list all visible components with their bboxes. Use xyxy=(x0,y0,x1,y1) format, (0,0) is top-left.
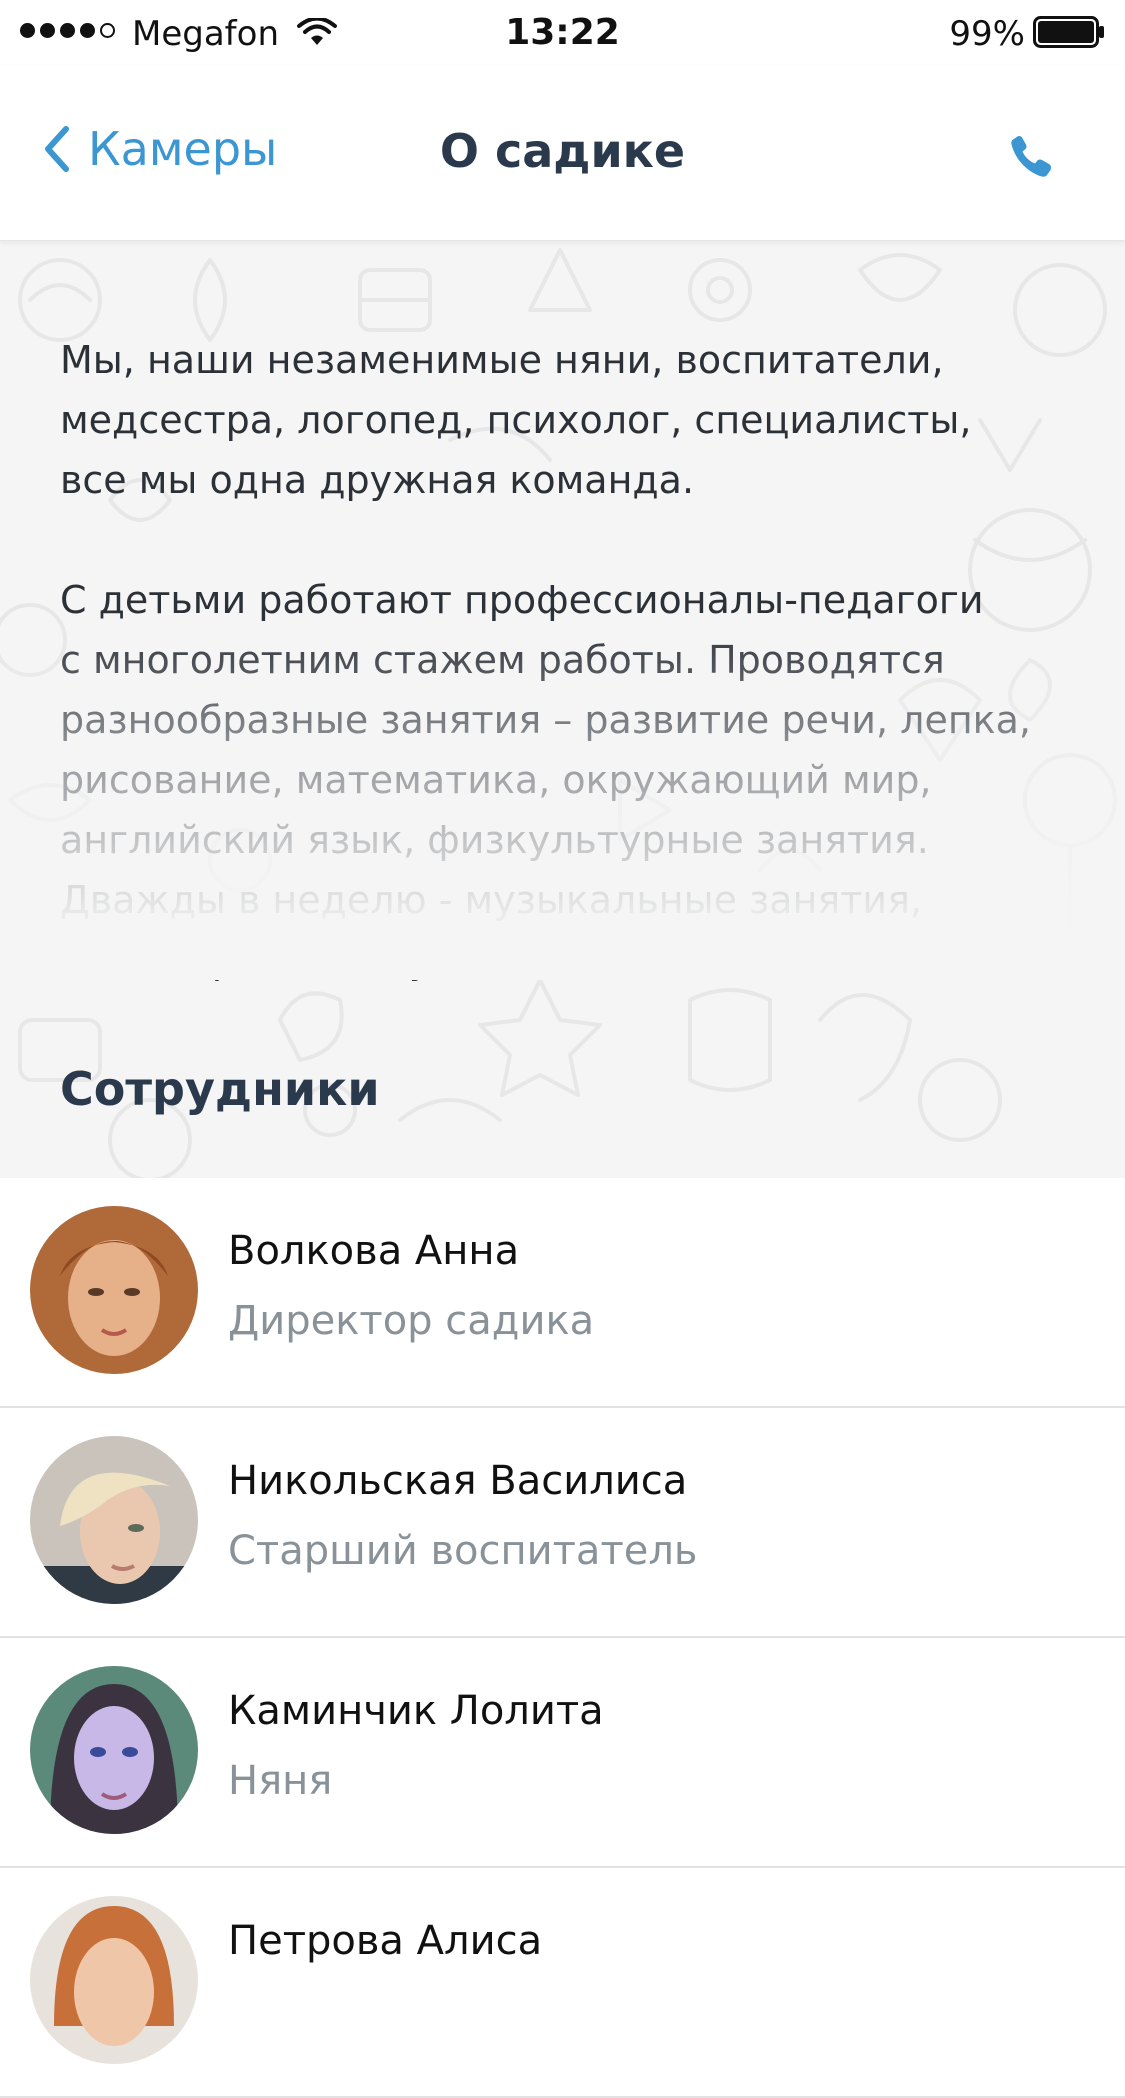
avatar xyxy=(30,1436,198,1604)
staff-list: Волкова Анна Директор садика Никольская … xyxy=(0,1178,1125,2098)
battery-icon xyxy=(1033,16,1104,48)
status-bar: Megafon 13:22 99% xyxy=(0,0,1125,66)
avatar xyxy=(30,1896,198,2064)
staff-name: Никольская Василиса xyxy=(228,1458,688,1504)
page-title: О садике xyxy=(439,124,686,178)
battery-percent: 99% xyxy=(949,14,1025,54)
staff-role: Няня xyxy=(228,1758,333,1804)
staff-list-item[interactable]: Волкова Анна Директор садика xyxy=(0,1178,1125,1408)
staff-name: Петрова Алиса xyxy=(228,1918,543,1964)
about-paragraph: Мы, наши незаменимые няни, воспитатели, … xyxy=(60,338,972,502)
staff-list-item[interactable]: Никольская Василиса Старший воспитатель xyxy=(0,1408,1125,1638)
staff-role: Старший воспитатель xyxy=(228,1528,698,1574)
staff-heading: Сотрудники xyxy=(60,1062,380,1116)
staff-role: Директор садика xyxy=(228,1298,595,1344)
avatar xyxy=(30,1666,198,1834)
navigation-bar: Камеры О садике xyxy=(0,66,1125,241)
about-paragraph: С детьми работают профессионалы-педагоги… xyxy=(60,578,1031,982)
staff-list-item[interactable]: Каминчик Лолита Няня xyxy=(0,1638,1125,1868)
about-description: Мы, наши незаменимые няни, воспитатели, … xyxy=(60,330,1070,1050)
staff-name: Волкова Анна xyxy=(228,1228,520,1274)
staff-list-item[interactable]: Петрова Алиса xyxy=(0,1868,1125,2098)
about-section: Мы, наши незаменимые няни, воспитатели, … xyxy=(0,240,1125,1178)
avatar xyxy=(30,1206,198,1374)
staff-name: Каминчик Лолита xyxy=(228,1688,604,1734)
phone-icon[interactable] xyxy=(1009,134,1057,182)
